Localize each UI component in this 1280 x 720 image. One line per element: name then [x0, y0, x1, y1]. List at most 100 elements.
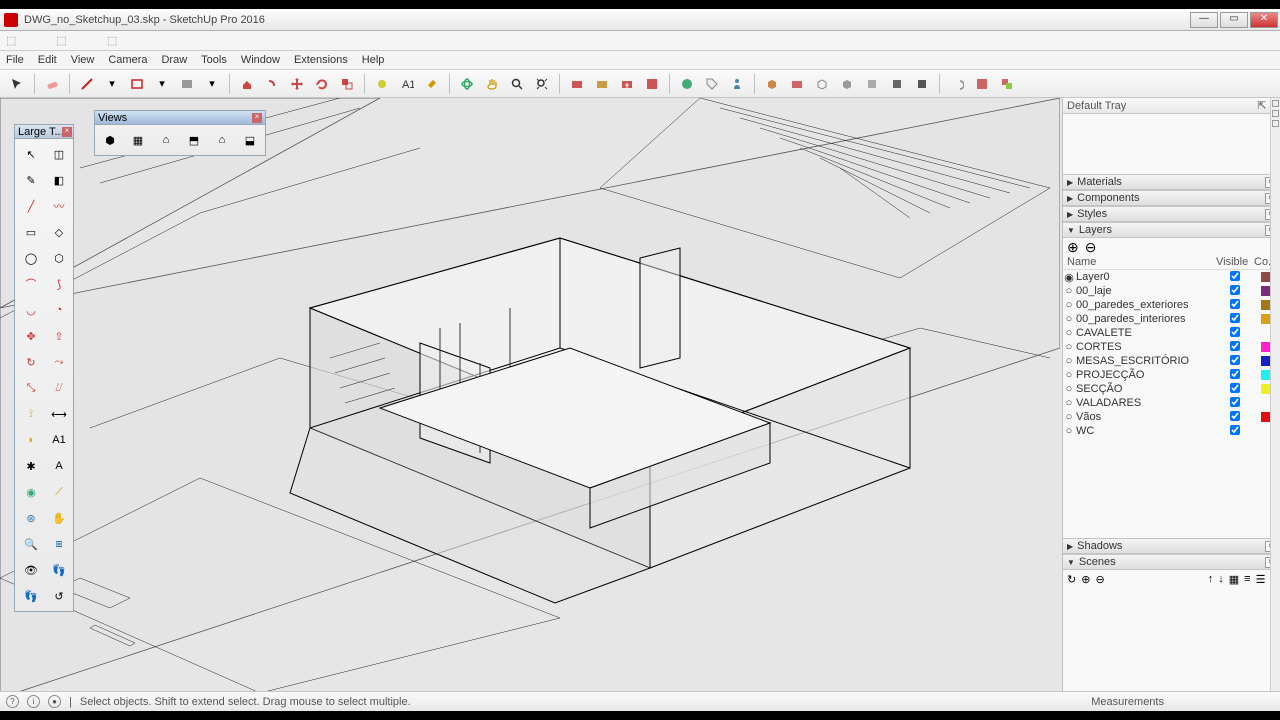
3dtext-tool-icon[interactable]: A — [46, 454, 72, 478]
section-tool-icon[interactable]: ◉ — [18, 480, 44, 504]
followme-tool-icon[interactable]: ⤳ — [46, 350, 72, 374]
freehand-tool-icon[interactable]: 〰 — [46, 194, 72, 218]
rect-tool-button[interactable] — [176, 73, 198, 95]
warehouse-button[interactable] — [616, 73, 638, 95]
layer-name[interactable]: VALADARES — [1075, 397, 1216, 409]
layers-panel-header[interactable]: ▼Layers× — [1063, 223, 1280, 238]
layer-radio[interactable]: ○ — [1063, 425, 1075, 437]
walk-tool-icon[interactable]: 👣 — [46, 558, 72, 582]
layer-visible-checkbox[interactable] — [1216, 285, 1254, 298]
scene-list-icon[interactable]: ≡ — [1244, 573, 1250, 586]
layer-name[interactable]: PROJECÇÃO — [1075, 369, 1216, 381]
layer-radio[interactable]: ○ — [1063, 299, 1075, 311]
polygon-tool-icon[interactable]: ⬡ — [46, 246, 72, 270]
dropdown-icon[interactable]: ▾ — [151, 73, 173, 95]
close-icon[interactable]: × — [252, 113, 262, 123]
solid-tool-button[interactable] — [836, 73, 858, 95]
menu-camera[interactable]: Camera — [108, 54, 147, 66]
layer-name[interactable]: MESAS_ESCRITÓRIO — [1075, 355, 1216, 367]
iso-view-icon[interactable]: ⬢ — [97, 127, 123, 153]
lookaround-tool-icon[interactable]: 👁 — [18, 558, 44, 582]
shape-tool-button[interactable] — [126, 73, 148, 95]
arc3-tool-icon[interactable]: ◡ — [18, 298, 44, 322]
shadows-panel-header[interactable]: ▶Shadows× — [1063, 539, 1280, 554]
lasso-tool-icon[interactable]: ◫ — [46, 142, 72, 166]
layer-row[interactable]: ○PROJECÇÃO — [1063, 368, 1280, 382]
pushpull-tool-button[interactable] — [236, 73, 258, 95]
arc-tool-icon[interactable]: ⌒ — [18, 272, 44, 296]
tab[interactable]: ⬚ — [107, 34, 117, 47]
help-icon[interactable]: ? — [6, 695, 19, 708]
solid-tool-button[interactable] — [786, 73, 808, 95]
layer-radio[interactable]: ◉ — [1063, 271, 1075, 284]
add-layer-icon[interactable]: ⊕ — [1067, 239, 1079, 256]
layer-row[interactable]: ○SECÇÃO — [1063, 382, 1280, 396]
text-tool-icon[interactable]: A1 — [46, 428, 72, 452]
scene-remove-icon[interactable]: ⊖ — [1095, 573, 1104, 586]
line-tool-icon[interactable]: ╱ — [18, 194, 44, 218]
close-button[interactable]: ✕ — [1250, 12, 1278, 28]
layer-radio[interactable]: ○ — [1063, 285, 1075, 297]
layer-radio[interactable]: ○ — [1063, 341, 1075, 353]
zoomwin-tool-icon[interactable]: ⧆ — [46, 532, 72, 556]
menu-tools[interactable]: Tools — [201, 54, 227, 66]
tag-button[interactable] — [701, 73, 723, 95]
zoom-extents-button[interactable] — [531, 73, 553, 95]
layer-visible-checkbox[interactable] — [1216, 411, 1254, 424]
layer-row[interactable]: ○MESAS_ESCRITÓRIO — [1063, 354, 1280, 368]
maximize-button[interactable]: ▭ — [1220, 12, 1248, 28]
rotrect-tool-icon[interactable]: ◇ — [46, 220, 72, 244]
layer-radio[interactable]: ○ — [1063, 397, 1075, 409]
scale-tool-icon[interactable]: ⤡ — [18, 376, 44, 400]
menu-file[interactable]: File — [6, 54, 24, 66]
scene-detail-icon[interactable]: ☰ — [1256, 573, 1266, 586]
layer-row[interactable]: ○00_paredes_interiores — [1063, 312, 1280, 326]
menu-window[interactable]: Window — [241, 54, 280, 66]
styles-panel-header[interactable]: ▶Styles× — [1063, 207, 1280, 222]
scenes-panel-header[interactable]: ▼Scenes× — [1063, 555, 1280, 570]
layer-visible-checkbox[interactable] — [1216, 383, 1254, 396]
zoom-tool-button[interactable] — [506, 73, 528, 95]
solid-tool-button[interactable] — [861, 73, 883, 95]
layer-visible-checkbox[interactable] — [1216, 327, 1254, 340]
solid-tool-button[interactable] — [886, 73, 908, 95]
3d-viewport[interactable]: Large T...× ↖◫ ✎◧ ╱〰 ▭◇ ◯⬡ ⌒⟆ ◡◔ ✥⇧ ↻⤳ ⤡… — [0, 98, 1062, 691]
layer-radio[interactable]: ○ — [1063, 327, 1075, 339]
layout-button[interactable] — [641, 73, 663, 95]
eraser-tool-icon[interactable]: ◧ — [46, 168, 72, 192]
group-button[interactable] — [996, 73, 1018, 95]
dropdown-icon[interactable]: ▾ — [101, 73, 123, 95]
layer-radio[interactable]: ○ — [1063, 369, 1075, 381]
layer-name[interactable]: CORTES — [1075, 341, 1216, 353]
select-tool-button[interactable] — [6, 73, 28, 95]
menu-extensions[interactable]: Extensions — [294, 54, 348, 66]
menu-draw[interactable]: Draw — [161, 54, 187, 66]
pie-tool-icon[interactable]: ◔ — [46, 298, 72, 322]
layer-visible-checkbox[interactable] — [1216, 271, 1254, 284]
line-tool-button[interactable] — [76, 73, 98, 95]
zoom-tool-icon[interactable]: 🔍 — [18, 532, 44, 556]
col-visible[interactable]: Visible — [1216, 256, 1254, 269]
undo-button[interactable] — [946, 73, 968, 95]
warehouse-button[interactable] — [566, 73, 588, 95]
tape-tool-icon[interactable]: ⟟ — [18, 402, 44, 426]
layer-row[interactable]: ○00_laje — [1063, 284, 1280, 298]
layer-row[interactable]: ○WC — [1063, 424, 1280, 438]
solid-tool-button[interactable] — [811, 73, 833, 95]
geo-button[interactable] — [676, 73, 698, 95]
circle-tool-icon[interactable]: ◯ — [18, 246, 44, 270]
col-name[interactable]: Name — [1063, 256, 1216, 269]
remove-layer-icon[interactable]: ⊖ — [1085, 239, 1097, 256]
pan-tool-button[interactable] — [481, 73, 503, 95]
scene-update-icon[interactable]: ↻ — [1067, 573, 1076, 586]
layer-row[interactable]: ○VALADARES — [1063, 396, 1280, 410]
tab[interactable]: ⬚ — [56, 34, 66, 47]
back-view-icon[interactable]: ⌂ — [209, 127, 235, 153]
layer-radio[interactable]: ○ — [1063, 355, 1075, 367]
menu-help[interactable]: Help — [362, 54, 385, 66]
axes-tool-icon[interactable]: ✱ — [18, 454, 44, 478]
protractor-tool-icon[interactable]: ◗ — [18, 428, 44, 452]
paint-tool-button[interactable] — [421, 73, 443, 95]
scale-tool-button[interactable] — [336, 73, 358, 95]
layer-radio[interactable]: ○ — [1063, 313, 1075, 325]
